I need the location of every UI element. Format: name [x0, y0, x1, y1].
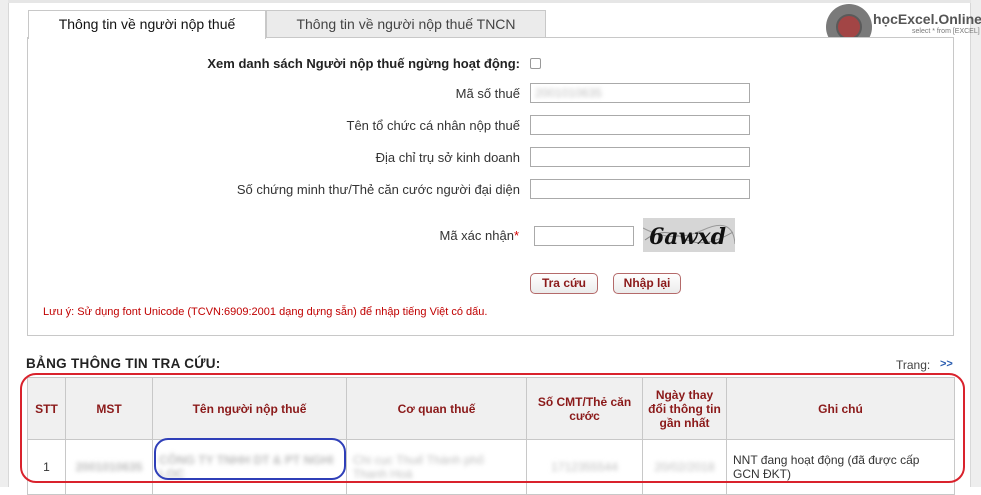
- tax-code-input[interactable]: 2001010635: [530, 83, 750, 103]
- results-table: STT MST Tên người nộp thuế Cơ quan thuế …: [27, 377, 955, 495]
- captcha-text: 6awxd: [649, 224, 726, 250]
- cell-note: NNT đang hoạt động (đã được cấp GCN ĐKT): [726, 439, 955, 495]
- cell-agency-value: Chi cục Thuế Thành phố Thanh Hoá: [353, 453, 484, 481]
- results-header-row: STT MST Tên người nộp thuế Cơ quan thuế …: [27, 377, 955, 440]
- captcha-image: 6awxd: [643, 218, 735, 252]
- captcha-noise-icon: 6awxd: [643, 218, 735, 252]
- col-header-note: Ghi chú: [726, 377, 955, 440]
- col-header-mst: MST: [65, 377, 153, 440]
- tab-taxpayer-info[interactable]: Thông tin về người nộp thuế: [28, 10, 266, 39]
- col-header-agency: Cơ quan thuế: [346, 377, 527, 440]
- col-header-stt: STT: [27, 377, 66, 440]
- top-page-edge: [8, 0, 971, 3]
- left-page-edge: [0, 0, 9, 487]
- col-header-id-card: Số CMT/Thẻ căn cước: [526, 377, 643, 440]
- col-header-name: Tên người nộp thuế: [152, 377, 347, 440]
- cell-name[interactable]: CÔNG TY TNHH DT & PT NGHI LOC: [152, 439, 347, 495]
- cell-id-card-value: 1712355544: [551, 460, 618, 474]
- cell-changed: 20/02/2018: [642, 439, 727, 495]
- tab-personal-income-taxpayer-info[interactable]: Thông tin về người nộp thuế TNCN: [266, 10, 546, 38]
- required-mark: *: [513, 228, 519, 243]
- id-card-label: Số chứng minh thư/Thẻ căn cước người đại…: [236, 182, 520, 197]
- cell-mst-value: 2001010635: [75, 460, 143, 474]
- captcha-input[interactable]: [534, 226, 634, 246]
- right-scrollbar[interactable]: [970, 0, 981, 487]
- org-name-label: Tên tổ chức cá nhân nộp thuế: [346, 118, 521, 133]
- tax-code-value: 2001010635: [535, 86, 602, 100]
- address-input[interactable]: [530, 147, 750, 167]
- cell-id-card: 1712355544: [526, 439, 643, 495]
- inactive-taxpayers-checkbox[interactable]: [530, 58, 541, 69]
- page-label: Trang:: [896, 358, 931, 372]
- cell-agency: Chi cục Thuế Thành phố Thanh Hoá: [346, 439, 527, 495]
- results-title: BẢNG THÔNG TIN TRA CỨU:: [26, 356, 221, 371]
- cell-mst[interactable]: 2001010635: [65, 439, 153, 495]
- cell-name-value: CÔNG TY TNHH DT & PT NGHI LOC: [159, 453, 334, 481]
- address-label: Địa chỉ trụ sở kinh doanh: [375, 150, 520, 165]
- next-page-link[interactable]: >>: [940, 358, 953, 370]
- captcha-label-text: Mã xác nhận: [439, 228, 514, 243]
- inactive-taxpayers-label: Xem danh sách Người nộp thuế ngừng hoạt …: [207, 56, 520, 71]
- org-name-input[interactable]: [530, 115, 750, 135]
- col-header-changed: Ngày thay đổi thông tin gần nhất: [642, 377, 727, 440]
- unicode-note: Lưu ý: Sử dụng font Unicode (TCVN:6909:2…: [43, 306, 488, 318]
- cell-stt: 1: [27, 439, 66, 495]
- reset-button[interactable]: Nhập lại: [613, 273, 681, 294]
- table-row[interactable]: 1 2001010635 CÔNG TY TNHH DT & PT NGHI L…: [27, 439, 955, 495]
- watermark-tagline: select * from [EXCEL]: [912, 28, 980, 35]
- watermark-brand: họcExcel.Online: [873, 11, 981, 27]
- search-button[interactable]: Tra cứu: [530, 273, 598, 294]
- captcha-label: Mã xác nhận*: [440, 228, 520, 243]
- id-card-input[interactable]: [530, 179, 750, 199]
- tax-code-label: Mã số thuế: [455, 86, 520, 101]
- cell-changed-value: 20/02/2018: [654, 460, 715, 474]
